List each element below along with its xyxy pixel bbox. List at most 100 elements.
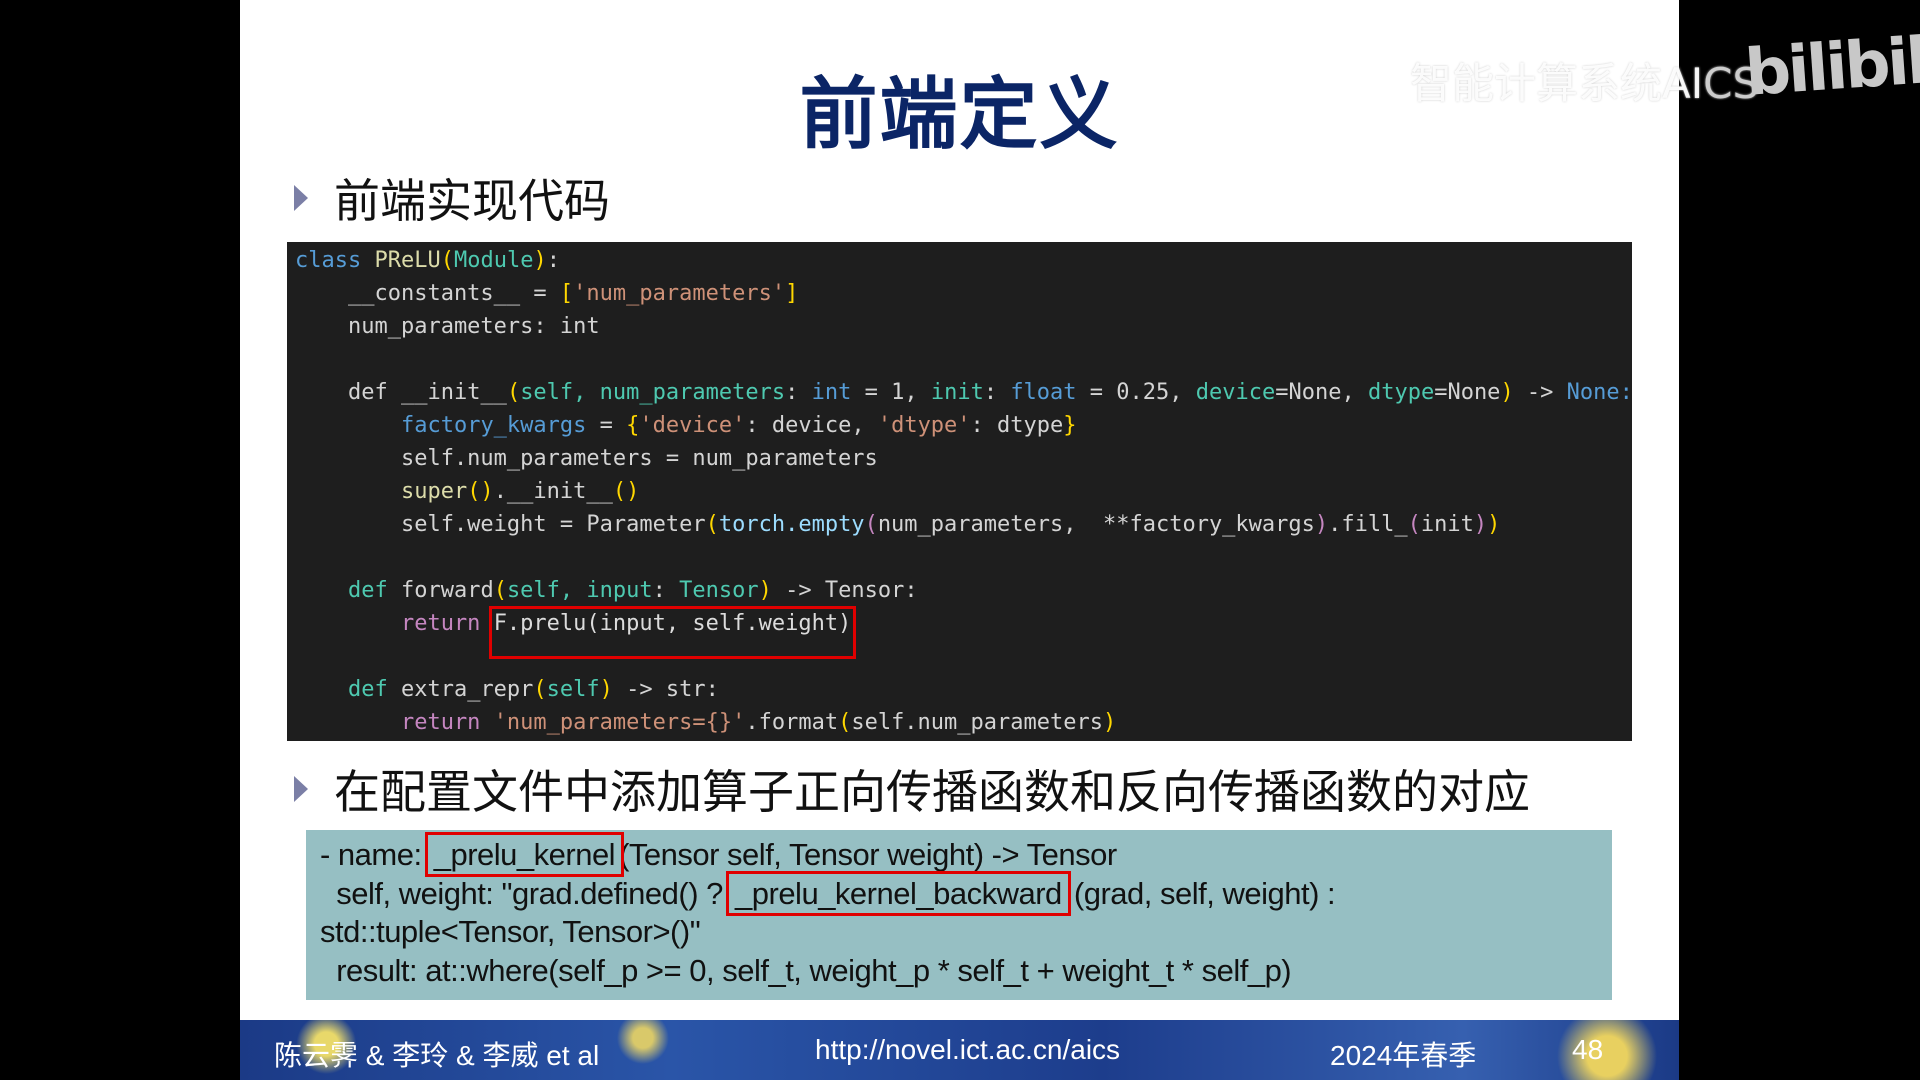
code-token: ) — [1314, 512, 1329, 537]
code-token: PReLU — [374, 248, 441, 273]
code-token: .format — [745, 710, 839, 735]
bilibili-logo: bilibili — [1742, 23, 1920, 111]
config-line: std::tuple<Tensor, Tensor>()" — [320, 914, 701, 949]
code-token: class — [295, 248, 375, 273]
code-token: init — [1420, 512, 1474, 537]
code-token: def — [295, 380, 401, 405]
code-token: None: — [1566, 380, 1632, 405]
bullet-text: 前端实现代码 — [334, 174, 610, 228]
code-token: ( — [506, 380, 521, 405]
footer-term: 2024年春季 — [1330, 1040, 1477, 1071]
code-line: self.weight = Parameter(torch.empty(num_… — [295, 508, 1632, 541]
code-token: dtype — [1367, 380, 1435, 405]
code-token: int — [811, 380, 852, 405]
code-token: -> str: — [612, 677, 719, 702]
code-token: : — [546, 248, 560, 273]
code-token: self.num_parameters = num_parameters — [295, 446, 878, 471]
code-token: self, input — [506, 578, 653, 603]
footer-url: http://novel.ict.ac.cn/aics — [815, 1034, 1121, 1065]
code-token: -> — [1513, 380, 1567, 405]
bullet-triangle-icon — [294, 776, 308, 802]
slide: 前端定义 前端实现代码 class PReLU(Module): __const… — [240, 0, 1679, 1080]
code-token: () — [612, 479, 640, 504]
code-line: def __init__(self, num_parameters: int =… — [295, 376, 1632, 409]
code-token: =None — [1434, 380, 1501, 405]
code-token: ( — [1407, 512, 1421, 537]
footer: 陈云霁 & 李玲 & 李威 et al http://novel.ict.ac.… — [240, 1020, 1679, 1080]
code-token: =None, — [1275, 380, 1368, 405]
code-token: ) — [1487, 512, 1501, 537]
code-token: : — [785, 380, 812, 405]
code-token: return — [295, 611, 494, 636]
code-token: __init__ — [400, 380, 507, 405]
code-token: [ — [559, 281, 574, 306]
code-token: () — [467, 479, 494, 504]
highlight-prelu-call: F.prelu(input, self.weight) — [488, 606, 857, 659]
code-token: ) — [533, 248, 547, 273]
config-text: self, weight: "grad.defined() ? — [320, 875, 732, 911]
code-token: = 0.25, — [1076, 380, 1196, 405]
code-token: : device, — [745, 413, 878, 438]
code-token: init — [930, 380, 984, 405]
page-number: 48 — [1572, 1034, 1604, 1065]
code-token: ) — [1473, 512, 1488, 537]
code-token: .fill_ — [1328, 512, 1408, 537]
code-token: self.num_parameters — [851, 710, 1103, 735]
code-token: device — [1195, 380, 1276, 405]
config-text: (grad, self, weight) : — [1073, 875, 1336, 911]
code-token: ] — [785, 281, 799, 306]
code-token: ( — [864, 512, 878, 537]
code-token: self — [546, 677, 600, 702]
code-token: def — [295, 677, 401, 702]
code-token: torch.empty — [718, 512, 865, 537]
code-token: 'num_parameters={}' — [493, 710, 746, 735]
code-line: super().__init__() — [295, 475, 1632, 508]
code-token: } — [1063, 413, 1077, 438]
code-line: def forward(self, input: Tensor) -> Tens… — [295, 574, 1632, 607]
code-token: 'dtype' — [877, 413, 971, 438]
code-token: .__init__ — [493, 479, 613, 504]
watermark-course: 智能计算系统AICS — [1410, 50, 1759, 111]
code-line: __constants__ = ['num_parameters'] — [295, 277, 1632, 310]
code-token: def — [295, 578, 401, 603]
code-token: super — [295, 479, 468, 504]
highlight-prelu-kernel-backward: _prelu_kernel_backward — [726, 870, 1071, 916]
footer-authors: 陈云霁 & 李玲 & 李威 et al — [274, 1040, 600, 1071]
code-token: num_parameters: int — [295, 314, 600, 339]
bullet-frontend-code: 前端实现代码 — [294, 165, 610, 231]
watermark-text: 智能计算系统AI — [1410, 59, 1704, 108]
code-token: self, num_parameters — [520, 380, 786, 405]
code-token: ( — [838, 710, 852, 735]
bullet-triangle-icon — [294, 185, 308, 211]
code-token: ( — [493, 578, 507, 603]
code-token: ) — [1500, 380, 1514, 405]
highlight-prelu-kernel: _prelu_kernel — [424, 832, 625, 877]
code-line: class PReLU(Module): — [295, 244, 1632, 277]
code-token: forward — [400, 578, 494, 603]
code-token: __constants__ = — [295, 281, 560, 306]
code-token: 'num_parameters' — [573, 281, 786, 306]
code-token: float — [1010, 380, 1077, 405]
config-text: - name: — [320, 837, 430, 872]
code-token: ( — [440, 248, 454, 273]
code-block: class PReLU(Module): __constants__ = ['n… — [287, 242, 1632, 741]
bullet-text: 在配置文件中添加算子正向传播函数和反向传播函数的对应 — [334, 765, 1530, 819]
code-token: Module — [453, 248, 534, 273]
code-token: Tensor — [679, 578, 759, 603]
code-token: extra_repr — [400, 677, 534, 702]
code-token: : — [983, 380, 1011, 405]
bullet-config: 在配置文件中添加算子正向传播函数和反向传播函数的对应 — [294, 756, 1530, 822]
code-token: num_parameters, **factory_kwargs — [877, 512, 1315, 537]
code-token: return — [295, 710, 494, 735]
code-token: factory_kwargs — [400, 413, 587, 438]
code-token: ( — [533, 677, 547, 702]
code-token: { — [626, 413, 640, 438]
config-line: - name: _prelu_kernel (Tensor self, Tenso… — [320, 832, 1598, 877]
code-line: num_parameters: int — [295, 310, 1632, 343]
code-token: : — [652, 578, 680, 603]
code-line: def extra_repr(self) -> str: — [295, 673, 1632, 706]
code-token: : dtype — [970, 413, 1064, 438]
